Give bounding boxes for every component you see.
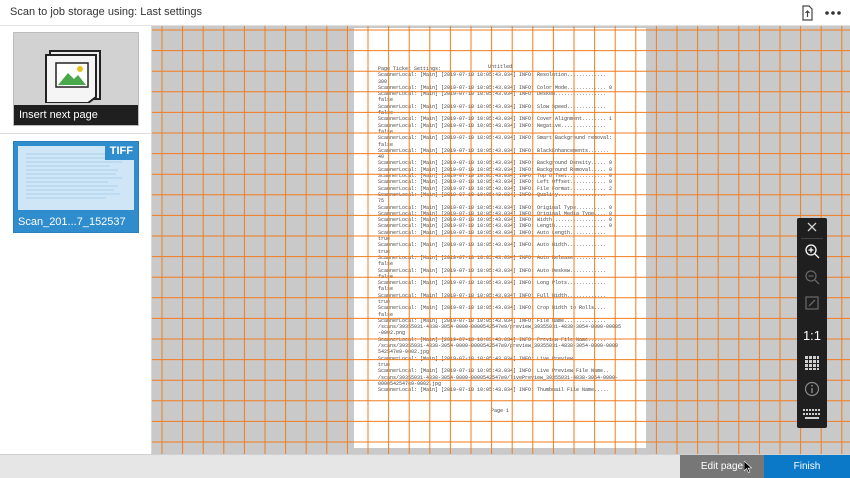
zoom-out-icon bbox=[805, 270, 820, 285]
document-page-number: Page 1 bbox=[490, 408, 509, 414]
document-text-line: /scans/39355031-4838-3054-0000-000054254… bbox=[378, 374, 619, 381]
page-title: Scan to job storage using: Last settings bbox=[10, 6, 203, 18]
export-icon[interactable] bbox=[800, 5, 814, 21]
actual-size-icon: 1:1 bbox=[802, 327, 822, 343]
zoom-toolbar: 1:1 bbox=[797, 218, 827, 428]
mouse-cursor-icon bbox=[744, 461, 752, 473]
file-format-badge: TIFF bbox=[104, 142, 138, 160]
document-text-line: ScannerLocal: [Main] [2019-07-10 10:05:4… bbox=[378, 135, 613, 142]
keyboard-icon bbox=[803, 409, 820, 419]
actual-size-button[interactable]: 1:1 bbox=[797, 322, 827, 348]
fit-to-screen-button[interactable] bbox=[797, 290, 827, 316]
zoom-in-button[interactable] bbox=[797, 238, 827, 264]
scan-preview-area[interactable]: Untitled Page Ticket Settings: ScannerLoc… bbox=[152, 26, 850, 454]
image-placeholder-icon bbox=[45, 50, 101, 103]
document-text-line: ScannerLocal: [Main] [2019-07-10 10:05:4… bbox=[378, 223, 613, 230]
grid-toggle-button[interactable] bbox=[797, 350, 827, 376]
title-bar: Scan to job storage using: Last settings bbox=[0, 0, 850, 26]
document-text-line: ScannerLocal: [Main] [2019-07-10 10:05:4… bbox=[378, 267, 607, 274]
document-text-line: ScannerLocal: [Main] [2019-07-10 10:05:4… bbox=[378, 116, 613, 123]
document-text-line: ScannerLocal: [Main] [2019-07-10 10:05:4… bbox=[378, 305, 607, 312]
scan-filename-label: Scan_201...7_152537 bbox=[18, 216, 126, 228]
document-text: Page Ticket Settings: ScannerLocal: [Main… bbox=[378, 66, 638, 393]
info-button[interactable] bbox=[797, 376, 827, 402]
sidebar-divider bbox=[0, 133, 152, 134]
document-text-line: ScannerLocal: [Main] [2019-07-10 10:05:4… bbox=[378, 147, 610, 154]
scan-thumbnail-card[interactable]: TIFF Scan_201...7_152537 bbox=[13, 141, 139, 233]
fit-to-screen-icon bbox=[805, 296, 819, 310]
document-text-line: ScannerLocal: [Main] [2019-07-10 10:05:4… bbox=[378, 179, 613, 186]
document-text-line: ScannerLocal: [Main] [2019-07-10 10:05:4… bbox=[378, 242, 607, 249]
document-text-line: ScannerLocal: [Main] [2019-07-10 10:05:4… bbox=[378, 103, 607, 110]
document-text-line: /scans/39355031-4838-3054-0000-000054254… bbox=[378, 324, 622, 331]
close-icon bbox=[807, 222, 817, 232]
document-text-line: ScannerLocal: [Main] [2019-07-10 10:05:4… bbox=[378, 229, 607, 236]
insert-next-page-button[interactable]: Insert next page bbox=[13, 32, 139, 126]
document-text-line: ScannerLocal: [Main] [2019-07-10 10:05:4… bbox=[378, 368, 610, 375]
zoom-out-button[interactable] bbox=[797, 264, 827, 290]
action-bar: Edit page Finish bbox=[0, 454, 850, 478]
document-text-line: ScannerLocal: [Main] [2019-07-10 10:05:4… bbox=[378, 292, 607, 299]
scan-app-window: Scan to job storage using: Last settings… bbox=[0, 0, 850, 478]
document-text-line: ScannerLocal: [Main] [2019-07-10 10:05:4… bbox=[378, 204, 613, 211]
finish-button[interactable]: Finish bbox=[764, 455, 850, 478]
document-text-line: ScannerLocal: [Main] [2019-07-10 10:05:4… bbox=[378, 280, 607, 287]
zoom-in-icon bbox=[805, 244, 820, 259]
document-text-line: ScannerLocal: [Main] [2019-07-10 10:05:4… bbox=[378, 191, 607, 198]
insert-next-page-label: Insert next page bbox=[14, 105, 138, 125]
close-toolbar-button[interactable] bbox=[797, 214, 827, 240]
document-text-line: ScannerLocal: [Main] [2019-07-10 10:05:4… bbox=[378, 254, 607, 261]
keyboard-button[interactable] bbox=[797, 402, 827, 428]
more-options-icon[interactable] bbox=[824, 5, 842, 21]
document-text-line: ScannerLocal: [Main] [2019-07-10 10:05:4… bbox=[378, 387, 610, 394]
document-text-line: ScannerLocal: [Main] [2019-07-10 10:05:4… bbox=[378, 72, 607, 79]
document-text-line: ScannerLocal: [Main] [2019-07-10 10:05:4… bbox=[378, 160, 613, 167]
grid-icon bbox=[805, 356, 819, 370]
page-thumbnails-sidebar: Insert next page TIFF Scan_201...7_15253… bbox=[0, 26, 152, 454]
document-text-line: ScannerLocal: [Main] [2019-07-10 10:05:4… bbox=[378, 185, 613, 192]
document-text-line: ScannerLocal: [Main] [2019-07-10 10:05:4… bbox=[378, 122, 607, 129]
document-text-line: ScannerLocal: [Main] [2019-07-10 10:05:4… bbox=[378, 355, 607, 362]
scanned-document-page: Untitled Page Ticket Settings: ScannerLoc… bbox=[354, 28, 646, 448]
document-text-line: ScannerLocal: [Main] [2019-07-10 10:05:4… bbox=[378, 91, 607, 98]
info-icon bbox=[804, 381, 820, 397]
